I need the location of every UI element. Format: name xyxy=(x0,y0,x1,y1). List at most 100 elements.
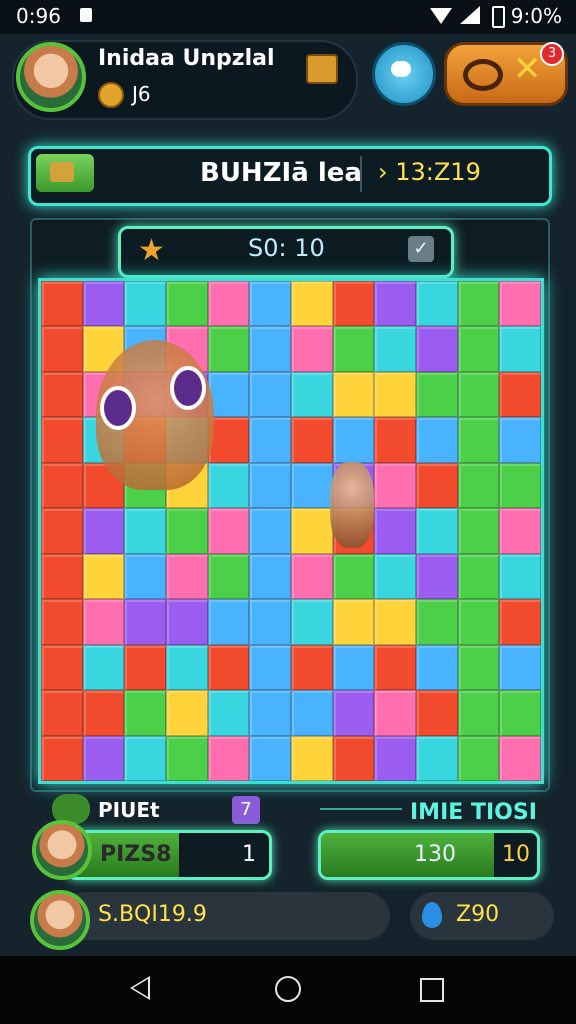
puzzle-piece[interactable] xyxy=(499,553,541,600)
puzzle-piece[interactable] xyxy=(41,690,83,736)
puzzle-piece[interactable] xyxy=(166,281,208,327)
puzzle-piece[interactable] xyxy=(457,644,500,691)
puzzle-piece[interactable] xyxy=(249,417,291,463)
puzzle-piece[interactable] xyxy=(332,371,375,418)
puzzle-piece[interactable] xyxy=(291,644,333,691)
puzzle-piece[interactable] xyxy=(499,644,541,691)
puzzle-piece[interactable] xyxy=(291,735,333,781)
puzzle-piece[interactable] xyxy=(374,326,416,372)
puzzle-piece[interactable] xyxy=(374,508,416,554)
puzzle-piece[interactable] xyxy=(499,371,541,418)
puzzle-piece[interactable] xyxy=(291,599,333,645)
puzzle-piece[interactable] xyxy=(416,462,458,509)
puzzle-piece[interactable] xyxy=(207,735,250,781)
puzzle-piece[interactable] xyxy=(332,735,375,781)
puzzle-piece[interactable] xyxy=(124,690,166,736)
opponent-avatar[interactable] xyxy=(30,890,90,950)
back-icon[interactable] xyxy=(130,976,150,1000)
puzzle-piece[interactable] xyxy=(416,553,458,600)
puzzle-piece[interactable] xyxy=(207,326,250,372)
puzzle-board[interactable] xyxy=(38,278,544,784)
puzzle-piece[interactable] xyxy=(82,690,125,736)
puzzle-piece[interactable] xyxy=(249,462,291,509)
puzzle-piece[interactable] xyxy=(124,553,166,600)
puzzle-piece[interactable] xyxy=(416,599,458,645)
puzzle-piece[interactable] xyxy=(416,644,458,691)
puzzle-piece[interactable] xyxy=(41,644,83,691)
puzzle-piece[interactable] xyxy=(207,553,250,600)
puzzle-piece[interactable] xyxy=(332,326,375,372)
puzzle-piece[interactable] xyxy=(124,644,166,691)
puzzle-piece[interactable] xyxy=(166,599,208,645)
puzzle-piece[interactable] xyxy=(332,599,375,645)
puzzle-piece[interactable] xyxy=(291,462,333,509)
puzzle-piece[interactable] xyxy=(249,326,291,372)
puzzle-piece[interactable] xyxy=(374,281,416,327)
puzzle-piece[interactable] xyxy=(249,508,291,554)
puzzle-piece[interactable] xyxy=(499,599,541,645)
puzzle-piece[interactable] xyxy=(416,690,458,736)
puzzle-piece[interactable] xyxy=(41,735,83,781)
checkbox-icon[interactable]: ✓ xyxy=(408,236,434,262)
puzzle-piece[interactable] xyxy=(332,281,375,327)
puzzle-piece[interactable] xyxy=(499,735,541,781)
puzzle-piece[interactable] xyxy=(332,417,375,463)
puzzle-piece[interactable] xyxy=(291,553,333,600)
puzzle-piece[interactable] xyxy=(41,281,83,327)
recents-icon[interactable] xyxy=(420,978,444,1002)
puzzle-piece[interactable] xyxy=(416,326,458,372)
puzzle-piece[interactable] xyxy=(374,553,416,600)
puzzle-piece[interactable] xyxy=(124,281,166,327)
puzzle-piece[interactable] xyxy=(249,644,291,691)
puzzle-piece[interactable] xyxy=(291,690,333,736)
puzzle-piece[interactable] xyxy=(41,371,83,418)
puzzle-piece[interactable] xyxy=(41,508,83,554)
puzzle-piece[interactable] xyxy=(416,371,458,418)
puzzle-piece[interactable] xyxy=(207,508,250,554)
puzzle-piece[interactable] xyxy=(499,326,541,372)
puzzle-piece[interactable] xyxy=(124,599,166,645)
puzzle-piece[interactable] xyxy=(457,599,500,645)
puzzle-piece[interactable] xyxy=(41,462,83,509)
puzzle-piece[interactable] xyxy=(374,417,416,463)
puzzle-piece[interactable] xyxy=(457,281,500,327)
puzzle-piece[interactable] xyxy=(41,326,83,372)
puzzle-piece[interactable] xyxy=(374,462,416,509)
close-icon[interactable]: ✕ xyxy=(513,49,542,89)
puzzle-piece[interactable] xyxy=(457,508,500,554)
puzzle-piece[interactable] xyxy=(124,735,166,781)
home-icon[interactable] xyxy=(275,976,301,1002)
puzzle-piece[interactable] xyxy=(332,690,375,736)
puzzle-piece[interactable] xyxy=(291,281,333,327)
puzzle-piece[interactable] xyxy=(82,644,125,691)
puzzle-piece[interactable] xyxy=(499,508,541,554)
puzzle-piece[interactable] xyxy=(374,690,416,736)
puzzle-piece[interactable] xyxy=(207,462,250,509)
puzzle-piece[interactable] xyxy=(457,462,500,509)
player-avatar[interactable] xyxy=(16,42,86,112)
puzzle-piece[interactable] xyxy=(166,690,208,736)
puzzle-piece[interactable] xyxy=(249,735,291,781)
puzzle-piece[interactable] xyxy=(374,735,416,781)
puzzle-piece[interactable] xyxy=(41,553,83,600)
puzzle-piece[interactable] xyxy=(291,417,333,463)
folder-icon[interactable] xyxy=(36,154,94,192)
puzzle-piece[interactable] xyxy=(207,644,250,691)
puzzle-piece[interactable] xyxy=(82,553,125,600)
puzzle-piece[interactable] xyxy=(499,462,541,509)
puzzle-piece[interactable] xyxy=(82,508,125,554)
puzzle-piece[interactable] xyxy=(249,553,291,600)
puzzle-piece[interactable] xyxy=(249,690,291,736)
puzzle-piece[interactable] xyxy=(166,553,208,600)
puzzle-piece[interactable] xyxy=(457,553,500,600)
puzzle-piece[interactable] xyxy=(249,281,291,327)
puzzle-piece[interactable] xyxy=(457,326,500,372)
puzzle-piece[interactable] xyxy=(499,417,541,463)
puzzle-piece[interactable] xyxy=(41,599,83,645)
chest-icon[interactable] xyxy=(306,54,338,84)
puzzle-piece[interactable] xyxy=(82,735,125,781)
puzzle-piece[interactable] xyxy=(82,281,125,327)
puzzle-piece[interactable] xyxy=(374,644,416,691)
puzzle-piece[interactable] xyxy=(332,644,375,691)
puzzle-piece[interactable] xyxy=(374,371,416,418)
